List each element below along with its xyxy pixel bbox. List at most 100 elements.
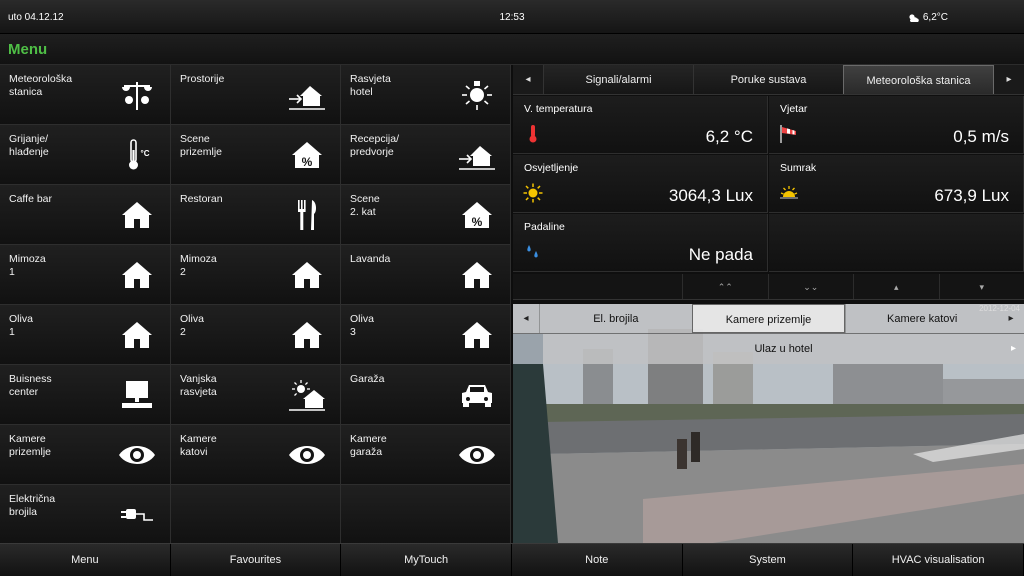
menu-tile[interactable]: Scene 2. kat%: [341, 185, 511, 245]
menu-tile-label: Scene prizemlje: [180, 133, 223, 158]
camera-tabs: ◂ El. brojila Kamere prizemlje Kamere ka…: [513, 304, 1024, 334]
menu-tile[interactable]: Garaža: [341, 365, 511, 425]
menu-tile-label: Oliva 1: [9, 313, 33, 338]
menu-tile-label: Kamere katovi: [180, 433, 217, 458]
double-down-icon[interactable]: ⌄⌄: [767, 274, 854, 299]
status-time: 12:53: [499, 12, 525, 23]
menu-tile-label: Mimoza 2: [180, 253, 217, 278]
menu-tile[interactable]: Lavanda: [341, 245, 511, 305]
status-weather: 6,2°C: [908, 12, 948, 23]
menu-tile-label: Mimoza 1: [9, 253, 46, 278]
sun-house-icon: [288, 378, 326, 412]
house-icon: [118, 258, 156, 292]
menu-tile[interactable]: Recepcija/ predvorje: [341, 125, 511, 185]
weather-station-icon: [118, 78, 156, 112]
house-icon: [118, 198, 156, 232]
menu-tile[interactable]: Caffe bar: [0, 185, 171, 245]
reading-wind: Vjetar 0,5 m/s: [769, 96, 1024, 154]
menu-tile-label: Prostorije: [180, 73, 225, 85]
status-bar: uto 04.12.12 12:53 6,2°C: [0, 0, 1024, 34]
svg-text:°C: °C: [141, 149, 150, 158]
status-temperature: 6,2°C: [922, 12, 948, 23]
camera-name: Ulaz u hotel: [754, 343, 813, 355]
menu-tile[interactable]: Buisness center: [0, 365, 171, 425]
menu-tile[interactable]: Meteorološka stanica: [0, 65, 171, 125]
menu-tile[interactable]: Mimoza 2: [171, 245, 341, 305]
tab-meters[interactable]: El. brojila: [539, 304, 692, 333]
double-up-icon[interactable]: ⌃⌃: [682, 274, 768, 299]
menu-tile-label: Kamere prizemlje: [9, 433, 52, 458]
weather-readings: V. temperatura 6,2 °C Vjetar 0,5 m/s Osv…: [513, 96, 1024, 274]
menu-tile-label: Vanjska rasvjeta: [180, 373, 217, 398]
cloud-sun-icon: [909, 13, 919, 22]
house-icon: [458, 258, 496, 292]
nav-favourites[interactable]: Favourites: [171, 544, 342, 576]
nav-menu[interactable]: Menu: [0, 544, 171, 576]
down-icon[interactable]: ▾: [938, 274, 1024, 299]
lightbulb-icon: [458, 78, 496, 112]
house-icon: [288, 318, 326, 352]
chevron-right-icon[interactable]: ▸: [1011, 334, 1016, 364]
page-title: Menu: [8, 41, 48, 58]
menu-tile[interactable]: Scene prizemlje%: [171, 125, 341, 185]
svg-text:%: %: [302, 155, 313, 169]
reading-empty: [769, 214, 1024, 272]
cutlery-icon: [288, 198, 326, 232]
reading-value: 3064,3 Lux: [668, 186, 753, 205]
reading-value: 6,2 °C: [705, 127, 753, 146]
camera-tab-scroll-left[interactable]: ◂: [513, 304, 539, 333]
info-panel: ◂ Signali/alarmi Poruke sustava Meteorol…: [513, 65, 1024, 543]
menu-tile[interactable]: Prostorije: [171, 65, 341, 125]
tab-scroll-right[interactable]: ▸: [994, 65, 1024, 94]
menu-tile[interactable]: Vanjska rasvjeta: [171, 365, 341, 425]
menu-tile[interactable]: Kamere katovi: [171, 425, 341, 485]
reading-label: Vjetar: [780, 103, 808, 115]
tab-system-messages[interactable]: Poruke sustava: [693, 65, 843, 94]
svg-text:%: %: [472, 215, 483, 229]
reading-temperature: V. temperatura 6,2 °C: [513, 96, 768, 154]
enter-house-icon: [458, 138, 496, 172]
house-percent-icon: %: [458, 198, 496, 232]
nav-mytouch[interactable]: MyTouch: [341, 544, 512, 576]
eye-icon: [288, 438, 326, 472]
tab-ground-floor-cameras[interactable]: Kamere prizemlje: [691, 304, 846, 333]
menu-grid: Meteorološka stanica Prostorije Rasvjeta h…: [0, 65, 511, 545]
menu-tile-label: Kamere garaža: [350, 433, 387, 458]
nav-note[interactable]: Note: [512, 544, 683, 576]
tab-floor-cameras[interactable]: Kamere katovi: [845, 304, 998, 333]
reading-value: 0,5 m/s: [953, 127, 1009, 146]
menu-tile[interactable]: Grijanje/ hlađenje °C: [0, 125, 171, 185]
info-tabs: ◂ Signali/alarmi Poruke sustava Meteorol…: [513, 65, 1024, 95]
menu-tile[interactable]: Mimoza 1: [0, 245, 171, 305]
menu-tile[interactable]: Restoran: [171, 185, 341, 245]
up-icon[interactable]: ▴: [853, 274, 939, 299]
menu-tile[interactable]: Električna brojila: [0, 485, 171, 545]
house-percent-icon: %: [288, 138, 326, 172]
menu-tile[interactable]: Rasvjeta hotel: [341, 65, 511, 125]
camera-view[interactable]: ◂ El. brojila Kamere prizemlje Kamere ka…: [513, 304, 1024, 543]
reading-dusk: Sumrak 673,9 Lux: [769, 155, 1024, 213]
nav-system[interactable]: System: [683, 544, 854, 576]
menu-tile-label: Rasvjeta hotel: [350, 73, 391, 98]
menu-tile-label: Grijanje/ hlađenje: [9, 133, 49, 158]
tab-weather-station[interactable]: Meteorološka stanica: [843, 65, 994, 94]
menu-tile[interactable]: Oliva 3: [341, 305, 511, 365]
bottom-nav: Menu Favourites MyTouch Note System HVAC…: [0, 543, 1024, 576]
computer-icon: [118, 378, 156, 412]
menu-tile-label: Lavanda: [350, 253, 391, 265]
thermometer-icon: °C: [118, 138, 156, 172]
reading-value: 673,9 Lux: [934, 186, 1009, 205]
camera-selector[interactable]: Ulaz u hotel ▸: [543, 334, 1024, 364]
windsock-icon: [779, 124, 799, 144]
menu-tile-label: Caffe bar: [9, 193, 52, 205]
tab-scroll-left[interactable]: ◂: [513, 65, 543, 94]
tab-signals[interactable]: Signali/alarmi: [543, 65, 693, 94]
menu-tile[interactable]: Kamere garaža: [341, 425, 511, 485]
house-icon: [458, 318, 496, 352]
menu-tile[interactable]: Oliva 2: [171, 305, 341, 365]
house-icon: [118, 318, 156, 352]
menu-tile[interactable]: Oliva 1: [0, 305, 171, 365]
menu-tile[interactable]: Kamere prizemlje: [0, 425, 171, 485]
nav-hvac[interactable]: HVAC visualisation: [853, 544, 1024, 576]
reading-label: Osvjetljenje: [524, 162, 579, 174]
